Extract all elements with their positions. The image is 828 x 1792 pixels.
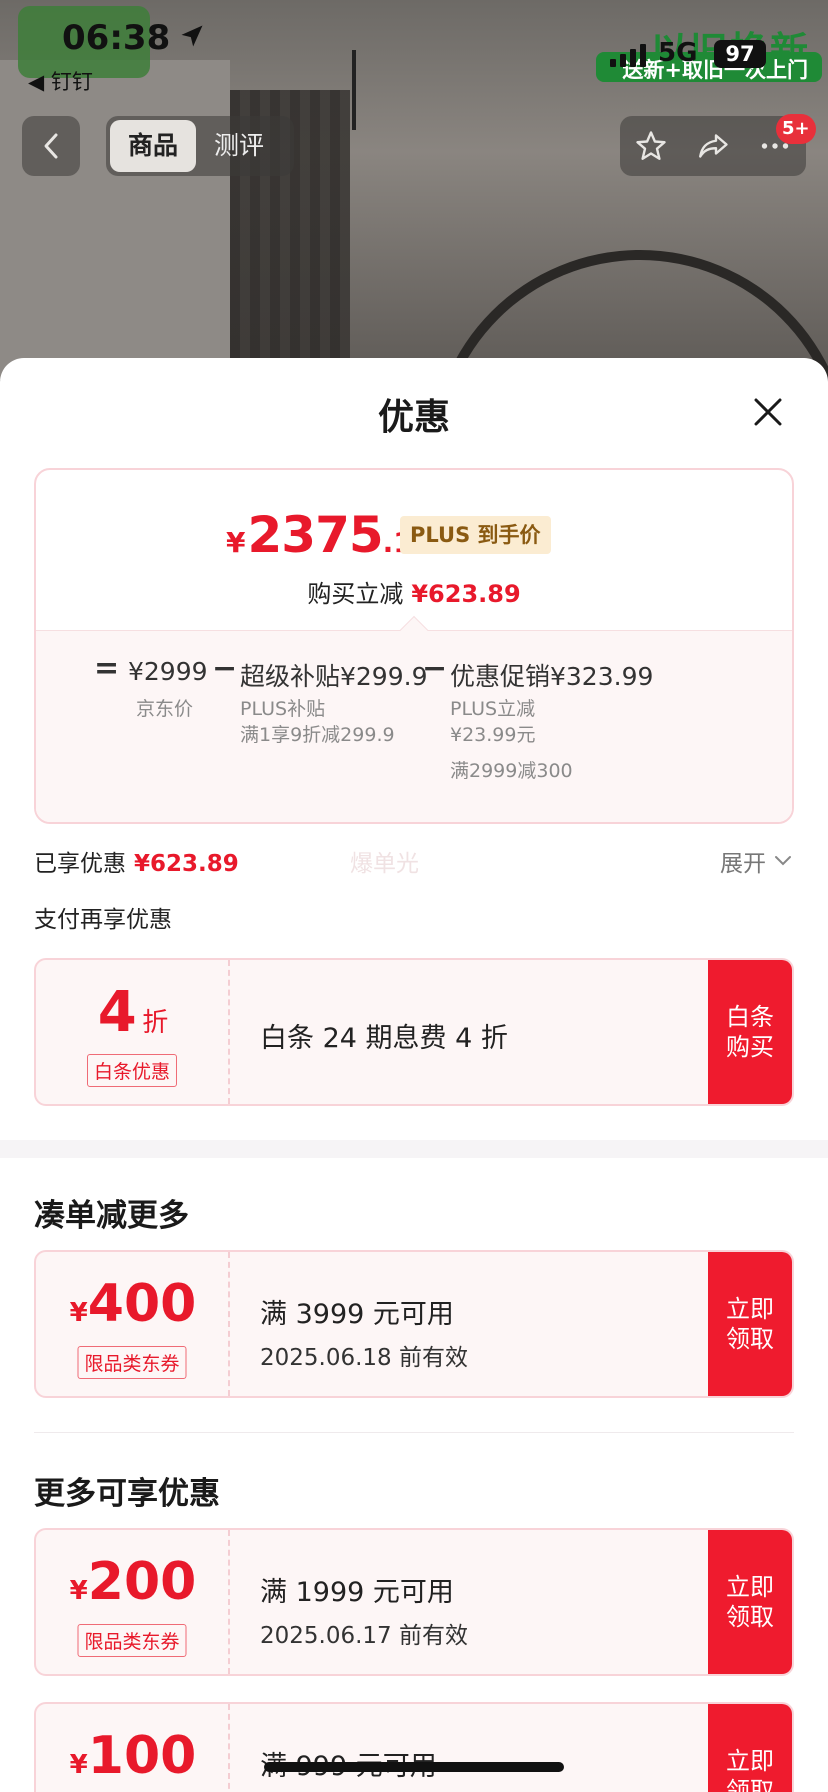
enjoyed-discount: 已享优惠 ¥623.89	[34, 844, 239, 878]
baitiao-tag: 白条优惠	[86, 1054, 178, 1087]
super-subsidy: 超级补贴¥299.9	[240, 662, 428, 691]
final-price-currency: ¥	[226, 526, 246, 559]
coupon-100: ¥100 满 999 元可用 立即领取	[34, 1702, 794, 1792]
expand-toggle[interactable]: 展开	[720, 844, 792, 878]
coupon-400-value: 400	[87, 1274, 197, 1334]
baitiao-discount-block: 4 折 白条优惠	[36, 960, 230, 1104]
message-badge: 5+	[776, 114, 816, 144]
price-breakdown-card: ¥ 2375 .11 PLUS 到手价 购买立减¥623.89 = ¥2999 …	[34, 468, 794, 824]
enjoyed-label: 已享优惠	[34, 851, 126, 877]
coupon-400-desc: 满 3999 元可用 2025.06.18 前有效	[232, 1252, 708, 1396]
baitiao-discount: 4 折	[36, 980, 230, 1045]
coupon-100-currency: ¥	[69, 1750, 88, 1780]
baitiao-discount-num: 4	[97, 980, 137, 1045]
coupon-200-claim-button[interactable]: 立即 领取	[708, 1530, 792, 1674]
coupon-200-threshold: 满 1999 元可用	[260, 1577, 454, 1608]
coupon-100-claim-line1: 立即	[726, 1747, 774, 1775]
baitiao-discount-unit: 折	[142, 1008, 169, 1038]
coupon-400-claim-line2: 领取	[726, 1325, 774, 1353]
product-tabs: 商品 测评	[106, 116, 294, 176]
coupon-200-claim-line2: 领取	[726, 1603, 774, 1631]
location-arrow-icon	[181, 25, 203, 47]
baitiao-buy-button[interactable]: 白条 购买	[708, 960, 792, 1104]
share-icon[interactable]	[695, 128, 731, 164]
back-button[interactable]	[22, 116, 80, 176]
instant-save-label: 购买立减	[307, 580, 404, 608]
coupon-400: ¥400 限品类东券 满 3999 元可用 2025.06.18 前有效 立即领…	[34, 1250, 794, 1398]
promo-note-1: PLUS立减	[450, 698, 536, 720]
section-divider	[0, 1140, 828, 1158]
equals-sign: =	[94, 651, 120, 686]
subsidy-note-2: 满1享9折减299.9	[240, 724, 395, 746]
coupon-400-tag: 限品类东券	[77, 1346, 187, 1379]
coupon-100-amount: ¥100	[36, 1726, 230, 1786]
watermark-text: 爆单光	[350, 851, 419, 877]
coupon-400-claim-button[interactable]: 立即 领取	[708, 1252, 792, 1396]
coupon-200-claim-line1: 立即	[726, 1573, 774, 1601]
close-icon[interactable]	[748, 392, 788, 432]
coupon-100-claim-button[interactable]: 立即 领取	[708, 1704, 792, 1792]
battery-indicator: 97	[714, 40, 766, 68]
instant-save-amount: ¥623.89	[411, 580, 521, 608]
coupon-200-value: 200	[87, 1552, 197, 1612]
coupon-400-currency: ¥	[69, 1298, 88, 1328]
price-formula: = ¥2999 京东价 − 超级补贴¥299.9 PLUS补贴 满1享9折减29…	[36, 630, 792, 822]
coupon-200-currency: ¥	[69, 1576, 88, 1606]
promo-note-2: ¥23.99元	[450, 724, 536, 746]
enjoyed-amount: ¥623.89	[134, 851, 239, 877]
back-to-app-link[interactable]: ◀ 钉钉	[28, 66, 93, 96]
coupon-400-expiry: 2025.06.18 前有效	[260, 1345, 468, 1371]
coupon-200: ¥200 限品类东券 满 1999 元可用 2025.06.17 前有效 立即领…	[34, 1528, 794, 1676]
subsidy-note-1: PLUS补贴	[240, 698, 326, 720]
coupon-400-claim-line1: 立即	[726, 1295, 774, 1323]
photo-lamp	[352, 50, 356, 130]
thin-divider	[34, 1432, 794, 1433]
home-indicator[interactable]	[264, 1762, 564, 1772]
status-time: 06:38	[62, 18, 171, 58]
tab-product[interactable]: 商品	[110, 120, 197, 172]
instant-save-line: 购买立减 ¥623.89	[36, 574, 792, 609]
coupon-400-amount-block: ¥400 限品类东券	[36, 1252, 230, 1396]
final-price-area: ¥ 2375 .11 PLUS 到手价 购买立减¥623.89	[36, 470, 792, 630]
section-title-combine: 凑单减更多	[34, 1198, 189, 1234]
minus-sign-2: −	[422, 651, 448, 686]
signal-icon	[610, 44, 646, 67]
coupon-400-amount: ¥400	[36, 1274, 230, 1334]
baitiao-buy-line2: 购买	[726, 1033, 774, 1061]
coupon-100-value: 100	[87, 1726, 197, 1786]
pay-discount-title: 支付再享优惠	[34, 907, 172, 933]
coupon-100-desc: 满 999 元可用	[232, 1704, 708, 1792]
section-title-more: 更多可享优惠	[34, 1476, 220, 1512]
coupon-100-amount-block: ¥100	[36, 1704, 230, 1792]
coupon-200-desc: 满 1999 元可用 2025.06.17 前有效	[232, 1530, 708, 1674]
chevron-left-icon	[44, 133, 58, 159]
baitiao-buy-line1: 白条	[726, 1003, 774, 1031]
photo-window	[0, 60, 230, 380]
star-icon[interactable]	[633, 128, 669, 164]
final-price-integer: 2375	[247, 506, 383, 564]
chevron-down-icon	[775, 856, 791, 866]
discount-sheet: 优惠 ¥ 2375 .11 PLUS 到手价 购买立减¥623.89 = ¥29…	[0, 358, 828, 1792]
coupon-200-amount-block: ¥200 限品类东券	[36, 1530, 230, 1674]
tab-review[interactable]: 测评	[196, 120, 282, 172]
jd-price: ¥2999	[128, 657, 208, 686]
promo-note-3: 满2999减300	[450, 760, 573, 782]
plus-price-tag: PLUS 到手价	[400, 516, 551, 554]
coupon-200-expiry: 2025.06.17 前有效	[260, 1623, 468, 1649]
baitiao-desc-area: 白条 24 期息费 4 折	[232, 960, 708, 1104]
expand-label: 展开	[720, 851, 766, 877]
network-type: 5G	[658, 38, 698, 68]
coupon-200-tag: 限品类东券	[77, 1624, 187, 1657]
minus-sign-1: −	[212, 651, 238, 686]
promo-discount: 优惠促销¥323.99	[450, 662, 654, 691]
baitiao-offer-card: 4 折 白条优惠 白条 24 期息费 4 折 白条 购买	[34, 958, 794, 1106]
jd-price-label: 京东价	[136, 698, 194, 720]
coupon-200-amount: ¥200	[36, 1552, 230, 1612]
sheet-title: 优惠	[377, 397, 450, 438]
coupon-400-threshold: 满 3999 元可用	[260, 1299, 454, 1330]
baitiao-desc: 白条 24 期息费 4 折	[260, 1023, 508, 1054]
coupon-100-claim-line2: 领取	[726, 1777, 774, 1792]
